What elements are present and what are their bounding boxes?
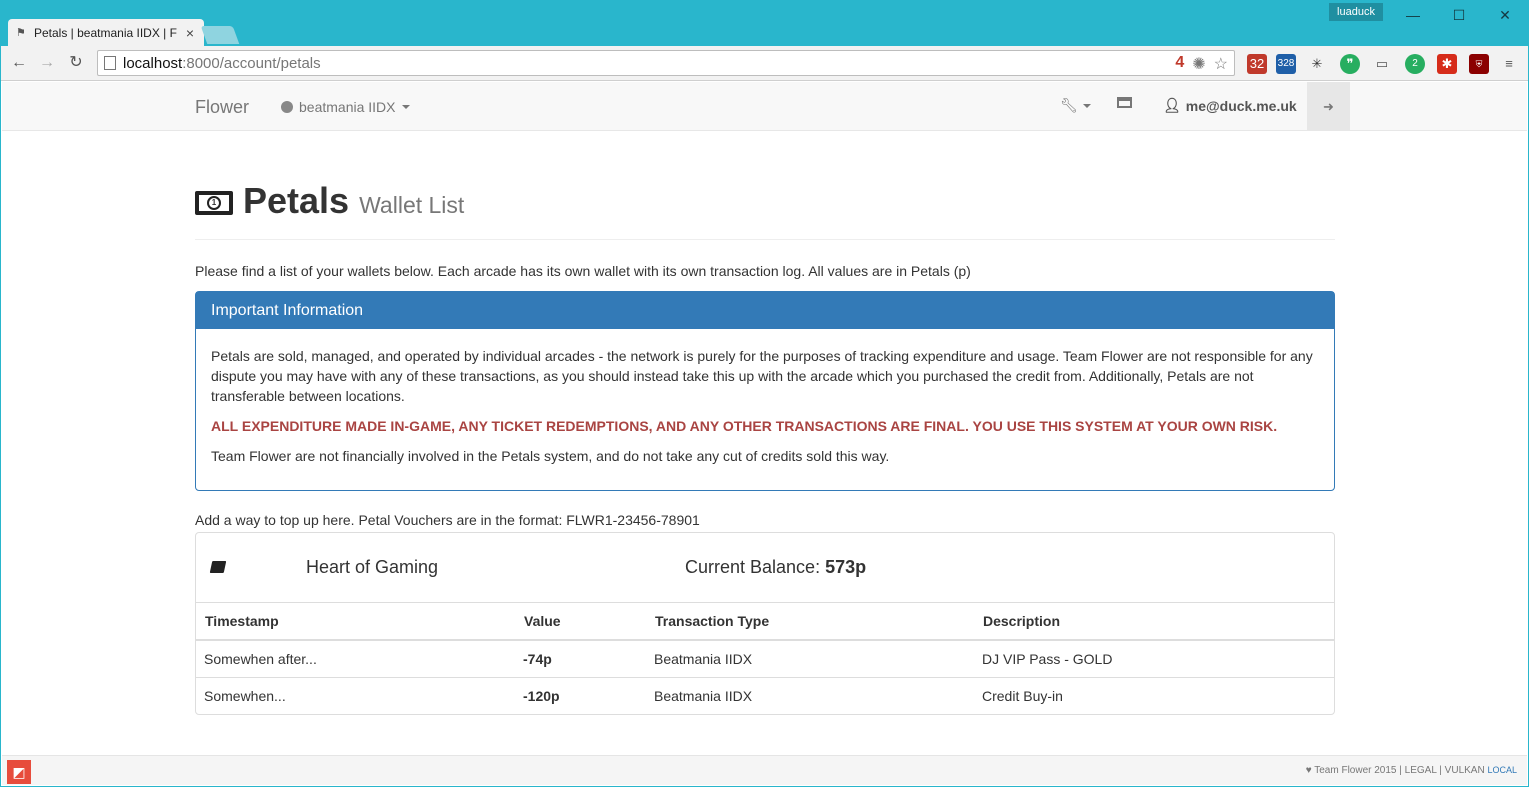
wrench-icon: 🔧︎ bbox=[1060, 97, 1078, 113]
info-panel-heading: Important Information bbox=[196, 292, 1334, 329]
maximize-button[interactable]: ☐ bbox=[1436, 0, 1482, 30]
gear-icon[interactable]: ✺ bbox=[1192, 54, 1205, 74]
book-icon bbox=[209, 561, 227, 573]
arcade-name: Heart of Gaming bbox=[306, 557, 439, 577]
main-content: 1 Petals Wallet List Please find a list … bbox=[195, 131, 1335, 715]
page-icon bbox=[104, 56, 116, 70]
logout-button[interactable]: ➜ bbox=[1307, 82, 1350, 131]
row-value: -120p bbox=[515, 676, 646, 714]
url-host: localhost bbox=[123, 54, 183, 72]
table-row: Somewhen after... -74p Beatmania IIDX DJ… bbox=[196, 640, 1334, 677]
balance-label: Current Balance: bbox=[685, 557, 821, 577]
page-subtitle: Wallet List bbox=[359, 192, 465, 218]
page-title: Petals bbox=[243, 180, 350, 221]
voucher-text: Add a way to top up here. Petal Vouchers… bbox=[195, 512, 700, 528]
balance-value: 573p bbox=[825, 557, 867, 577]
info-panel: Important Information Petals are sold, m… bbox=[195, 291, 1335, 491]
info-panel-body: Petals are sold, managed, and operated b… bbox=[196, 329, 1334, 490]
id-icon[interactable]: 2 bbox=[1405, 54, 1425, 74]
star-icon[interactable]: ☆ bbox=[1214, 54, 1228, 74]
page-header: 1 Petals Wallet List bbox=[195, 181, 1335, 240]
game-icon bbox=[281, 101, 293, 113]
window-titlebar: ⚑ Petals | beatmania IIDX | F × luaduck … bbox=[0, 0, 1529, 46]
hangouts-icon[interactable]: ❞ bbox=[1340, 54, 1360, 74]
flag-icon: ⚑ bbox=[16, 26, 26, 39]
forward-icon[interactable]: → bbox=[36, 52, 58, 74]
column-header-type: Transaction Type bbox=[646, 603, 974, 641]
credit-card-icon bbox=[1117, 97, 1132, 108]
current-balance: Current Balance: 573p bbox=[685, 557, 866, 578]
warning-text: ALL EXPENDITURE MADE IN-GAME, ANY TICKET… bbox=[211, 418, 1278, 434]
row-timestamp: Somewhen after... bbox=[204, 650, 317, 667]
four-icon[interactable]: 4 bbox=[1175, 54, 1184, 74]
menu-icon[interactable]: ≡ bbox=[1499, 54, 1519, 74]
extension-icon-red[interactable]: 32 bbox=[1247, 54, 1267, 74]
row-description: Credit Buy-in bbox=[974, 676, 1334, 714]
logo-icon[interactable]: ◩ bbox=[7, 760, 31, 784]
profile-button[interactable]: luaduck bbox=[1329, 3, 1383, 21]
wallet-panel: Heart of Gaming Current Balance: 573p Ti… bbox=[195, 532, 1335, 715]
ublock-icon[interactable]: ⛨ bbox=[1469, 54, 1489, 74]
column-header-value: Value bbox=[515, 603, 646, 641]
close-icon[interactable]: × bbox=[184, 26, 196, 40]
wallet-header: Heart of Gaming Current Balance: 573p bbox=[196, 533, 1334, 603]
tab-title: Petals | beatmania IIDX | F bbox=[34, 25, 177, 40]
footer: ◩ ♥ Team Flower 2015 | LEGAL | VULKAN LO… bbox=[2, 755, 1527, 785]
address-bar[interactable]: localhost:8000/account/petals 4 ✺ ☆ bbox=[97, 50, 1235, 76]
back-icon[interactable]: ← bbox=[8, 52, 30, 74]
user-icon: 👤︎ bbox=[1163, 97, 1181, 113]
intro-text: Please find a list of your wallets below… bbox=[195, 263, 971, 279]
row-timestamp: Somewhen... bbox=[196, 676, 515, 714]
heart-icon: ♥ bbox=[1305, 765, 1312, 776]
mail-check-icon[interactable]: 328 bbox=[1276, 54, 1296, 74]
card-link[interactable] bbox=[1117, 97, 1132, 108]
footer-text: ♥ Team Flower 2015 | LEGAL | VULKAN LOCA… bbox=[1306, 765, 1517, 776]
new-tab-button[interactable] bbox=[200, 26, 240, 44]
info-paragraph-2: Team Flower are not financially involved… bbox=[211, 448, 890, 464]
game-dropdown[interactable]: beatmania IIDX bbox=[281, 99, 410, 115]
row-value: -74p bbox=[523, 650, 552, 667]
chevron-down-icon bbox=[1082, 103, 1091, 108]
browser-tab[interactable]: ⚑ Petals | beatmania IIDX | F × bbox=[8, 19, 204, 46]
network-icon[interactable]: ✳ bbox=[1307, 54, 1327, 74]
browser-toolbar: ← → ↻ localhost:8000/account/petals 4 ✺ … bbox=[0, 46, 1529, 81]
row-description: DJ VIP Pass - GOLD bbox=[982, 650, 1113, 667]
url-path: :8000/account/petals bbox=[182, 54, 321, 72]
cast-icon[interactable]: ▭ bbox=[1372, 54, 1392, 74]
app-navbar: Flower beatmania IIDX 🔧︎ 👤︎ me@duck.me.u… bbox=[2, 82, 1527, 131]
row-type: Beatmania IIDX bbox=[646, 676, 974, 714]
reload-icon[interactable]: ↻ bbox=[65, 52, 87, 74]
user-menu[interactable]: 👤︎ me@duck.me.uk bbox=[1163, 97, 1297, 114]
table-row: Somewhen... -120p Beatmania IIDX Credit … bbox=[196, 676, 1334, 714]
logout-icon: ➜ bbox=[1323, 99, 1334, 114]
brand-link[interactable]: Flower bbox=[195, 97, 249, 118]
minimize-button[interactable]: — bbox=[1390, 0, 1436, 30]
game-label: beatmania IIDX bbox=[299, 99, 396, 115]
chevron-down-icon bbox=[401, 105, 410, 109]
column-header-description: Description bbox=[974, 603, 1334, 641]
footer-links[interactable]: Team Flower 2015 | LEGAL | VULKAN bbox=[1314, 765, 1484, 776]
row-type: Beatmania IIDX bbox=[654, 650, 753, 667]
transactions-table: Timestamp Value Transaction Type Descrip… bbox=[196, 603, 1334, 714]
tools-dropdown[interactable]: 🔧︎ bbox=[1060, 97, 1091, 114]
column-header-timestamp: Timestamp bbox=[196, 603, 515, 641]
user-email: me@duck.me.uk bbox=[1185, 97, 1297, 114]
asterisk-icon[interactable]: ✱ bbox=[1437, 54, 1457, 74]
close-window-button[interactable]: ✕ bbox=[1482, 0, 1528, 30]
info-paragraph-1: Petals are sold, managed, and operated b… bbox=[211, 348, 1313, 404]
money-icon: 1 bbox=[195, 191, 233, 215]
env-label: LOCAL bbox=[1487, 765, 1517, 775]
